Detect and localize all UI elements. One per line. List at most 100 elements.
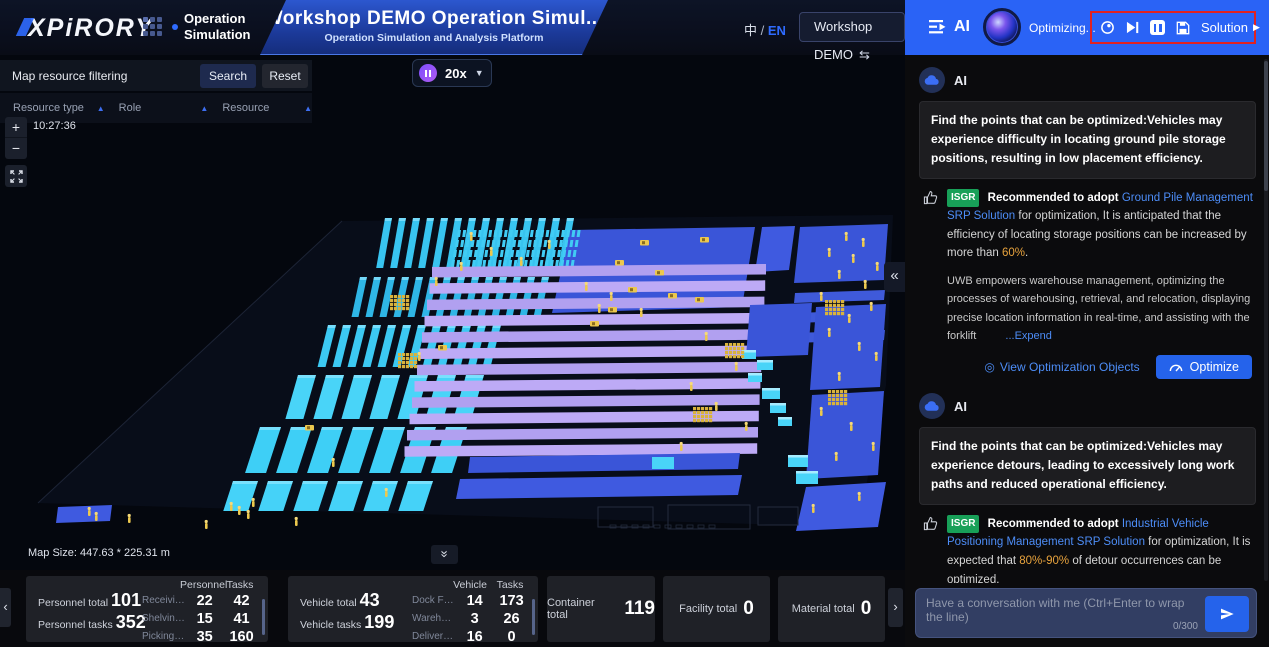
personnel-stats-card: Personnel total101 Personnel tasks352 Pe… bbox=[26, 576, 268, 642]
send-button[interactable] bbox=[1205, 596, 1249, 632]
recommendation-text: ISGR Recommended to adopt Industrial Veh… bbox=[947, 515, 1254, 583]
cloud-icon bbox=[924, 400, 940, 412]
map-size-label: Map Size: 447.63 * 225.31 m bbox=[28, 547, 170, 559]
thumbs-up-icon[interactable] bbox=[923, 515, 947, 583]
lang-en[interactable]: EN bbox=[768, 23, 786, 38]
fullscreen-button[interactable] bbox=[5, 165, 27, 187]
chevron-right-icon: ▶ bbox=[1253, 22, 1260, 33]
stats-prev-button[interactable]: ‹ bbox=[0, 588, 11, 627]
resource-type-dropdown[interactable]: Resource type ▲ bbox=[13, 102, 105, 114]
map-resource-filter: Map resource filtering Search Reset Reso… bbox=[0, 60, 312, 123]
chat-input-box: 0/300 bbox=[915, 588, 1257, 638]
target-icon: ◎ bbox=[984, 360, 994, 374]
title-banner: Workshop DEMO Operation Simul... Operati… bbox=[260, 0, 608, 55]
chevron-down-icon: ▼ bbox=[475, 68, 484, 78]
speed-value: 20x bbox=[445, 66, 467, 81]
chat-input[interactable] bbox=[926, 596, 1194, 631]
vehicle-total-value: 43 bbox=[360, 590, 380, 610]
detail-text: UWB empowers warehouse management, optim… bbox=[947, 272, 1254, 345]
lang-zh[interactable]: 中 bbox=[744, 23, 757, 38]
material-total-value: 0 bbox=[861, 598, 872, 620]
cloud-icon bbox=[924, 74, 940, 86]
app-root: Map resource filtering Search Reset Reso… bbox=[0, 0, 1269, 647]
isgr-badge: ISGR bbox=[947, 189, 979, 207]
finding-text: Find the points that can be optimized:Ve… bbox=[919, 427, 1256, 505]
search-button[interactable]: Search bbox=[200, 64, 256, 88]
gauge-icon bbox=[1169, 362, 1183, 373]
product-name: Operation Simulation bbox=[184, 11, 250, 43]
simulation-clock: 10:27:36 bbox=[33, 120, 76, 132]
expand-link[interactable]: ...Expend bbox=[1005, 330, 1051, 342]
table-row: Shelving S...1541 bbox=[142, 610, 260, 628]
ai-avatar bbox=[919, 393, 945, 419]
sort-up-icon: ▲ bbox=[200, 104, 208, 113]
paper-plane-icon bbox=[1219, 606, 1235, 622]
highlight-value: 60% bbox=[1002, 247, 1025, 259]
skip-next-button[interactable] bbox=[1126, 21, 1139, 34]
stats-next-button[interactable]: › bbox=[888, 588, 903, 627]
container-total-value: 119 bbox=[624, 598, 655, 620]
chat-scrollbar[interactable] bbox=[1264, 59, 1268, 581]
table-row: Warehous...326 bbox=[412, 610, 530, 628]
record-button[interactable] bbox=[1100, 20, 1115, 35]
expand-icon bbox=[10, 170, 23, 183]
facility-total-value: 0 bbox=[743, 598, 754, 620]
personnel-table[interactable]: Personnel Tasks Receiving ...2242 Shelvi… bbox=[142, 579, 260, 646]
table-row: Receiving ...2242 bbox=[142, 592, 260, 610]
table-row: Dock Forklift.14173 bbox=[412, 592, 530, 610]
record-icon bbox=[1100, 20, 1115, 35]
simulation-controls: Solution ▶ bbox=[1090, 11, 1256, 44]
zoom-out-button[interactable]: − bbox=[5, 138, 27, 159]
vehicle-table[interactable]: Vehicle Tasks Dock Forklift.14173 Wareho… bbox=[412, 579, 530, 646]
save-button[interactable] bbox=[1176, 21, 1190, 35]
map-pane: Map resource filtering Search Reset Reso… bbox=[0, 55, 905, 647]
vehicle-stats-card: Vehicle total43 Vehicle tasks199 Vehicle… bbox=[288, 576, 538, 642]
highlight-value: 80%-90% bbox=[1019, 555, 1069, 567]
role-dropdown[interactable]: Role ▲ bbox=[119, 102, 209, 114]
pause-icon bbox=[419, 64, 437, 82]
ai-menu-button[interactable]: AI bbox=[929, 18, 970, 36]
solution-button[interactable]: Solution ▶ bbox=[1201, 20, 1260, 35]
personnel-total-value: 101 bbox=[111, 590, 141, 610]
switch-icon: ⇆ bbox=[859, 47, 870, 62]
menu-play-icon bbox=[929, 20, 947, 34]
table-scrollbar[interactable] bbox=[532, 599, 535, 635]
ai-message: AI Find the points that can be optimized… bbox=[919, 393, 1256, 583]
ai-panel-header: AI Optimizing... bbox=[905, 0, 1269, 55]
facility-stats-card: Facility total 0 bbox=[663, 576, 770, 642]
app-grid-icon[interactable] bbox=[143, 17, 163, 37]
vehicle-tasks-value: 199 bbox=[364, 612, 394, 632]
ai-orb-logo bbox=[983, 8, 1021, 46]
language-toggle[interactable]: 中 / EN bbox=[744, 20, 786, 39]
material-stats-card: Material total 0 bbox=[778, 576, 885, 642]
reset-button[interactable]: Reset bbox=[262, 64, 308, 88]
collapse-stats-button[interactable]: » bbox=[431, 545, 458, 564]
double-chevron-down-icon: » bbox=[435, 550, 453, 557]
resource-dropdown[interactable]: Resource ▲ bbox=[222, 102, 312, 114]
collapse-panel-button[interactable]: « bbox=[884, 262, 905, 292]
char-counter: 0/300 bbox=[1173, 621, 1198, 632]
container-stats-card: Container total 119 bbox=[547, 576, 655, 642]
optimize-button[interactable]: Optimize bbox=[1156, 355, 1252, 379]
pause-icon bbox=[1150, 20, 1165, 35]
ai-message: AI Find the points that can be optimized… bbox=[919, 67, 1256, 379]
skip-next-icon bbox=[1126, 21, 1139, 34]
zoom-in-button[interactable]: + bbox=[5, 117, 27, 138]
simulation-speed-dropdown[interactable]: 20x ▼ bbox=[412, 59, 492, 87]
sort-up-icon: ▲ bbox=[97, 104, 105, 113]
table-scrollbar[interactable] bbox=[262, 599, 265, 635]
ai-label: AI bbox=[954, 18, 970, 36]
ai-avatar bbox=[919, 67, 945, 93]
page-title: Workshop DEMO Operation Simul... bbox=[260, 8, 608, 30]
pause-button[interactable] bbox=[1150, 20, 1165, 35]
workspace-switch-button[interactable]: Workshop DEMO⇆ bbox=[799, 12, 905, 42]
thumbs-up-icon[interactable] bbox=[923, 189, 947, 346]
table-row: Picking Staff.35160 bbox=[142, 628, 260, 646]
table-row: Delivery V...160 bbox=[412, 628, 530, 646]
brand-logo: XPiRORY bbox=[28, 14, 154, 43]
resource-stats-bar: ‹ Personnel total101 Personnel tasks352 … bbox=[0, 570, 905, 647]
save-icon bbox=[1176, 21, 1190, 35]
view-optimization-objects-link[interactable]: ◎ View Optimization Objects bbox=[984, 360, 1139, 374]
chat-message-list[interactable]: AI Find the points that can be optimized… bbox=[905, 55, 1262, 583]
finding-text: Find the points that can be optimized:Ve… bbox=[919, 101, 1256, 179]
